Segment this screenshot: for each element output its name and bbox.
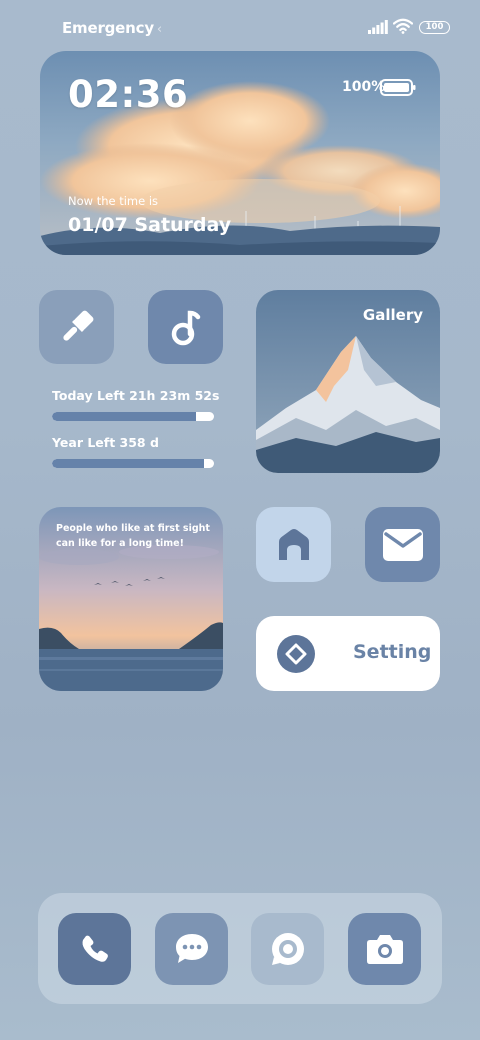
dock-phone-app[interactable]: [58, 913, 131, 985]
diamond-settings-icon: [285, 643, 307, 665]
date-text: 01/07 Saturday: [68, 214, 232, 236]
dock-browser-app[interactable]: [251, 913, 324, 985]
today-progress-fill: [52, 412, 197, 421]
phone-icon: [82, 935, 108, 962]
setting-widget[interactable]: Setting: [256, 616, 440, 691]
year-progress-bar: [52, 459, 214, 468]
gallery-widget[interactable]: Gallery: [256, 290, 440, 473]
carrier-chevron: ‹: [156, 22, 162, 37]
year-progress-fill: [52, 459, 205, 468]
sunset-sea-image: [39, 507, 223, 691]
battery-percent: 100%: [342, 79, 386, 95]
quote-line-1: People who like at first sight: [56, 523, 210, 534]
quote-line-2: can like for a long time!: [56, 538, 184, 549]
clock-time: 02:36: [68, 73, 189, 116]
music-app[interactable]: [148, 290, 223, 364]
wifi-icon: [393, 18, 413, 34]
carrier-label: Emergency ‹: [62, 19, 162, 37]
mail-icon: [382, 528, 423, 561]
brush-icon: [62, 310, 93, 341]
browser-icon: [271, 933, 304, 965]
setting-badge: [277, 635, 315, 673]
year-left-label: Year Left 358 d: [52, 435, 159, 450]
signal-icon: [368, 20, 388, 34]
today-progress-bar: [52, 412, 214, 421]
time-caption: Now the time is: [68, 194, 159, 208]
theme-brush-app[interactable]: [39, 290, 114, 364]
quote-widget[interactable]: People who like at first sight can like …: [39, 507, 223, 691]
today-left-label: Today Left 21h 23m 52s: [52, 388, 220, 403]
clock-widget[interactable]: 02:36 100% Now the time is 01/07 Saturda…: [40, 51, 440, 255]
dock-message-app[interactable]: [155, 913, 228, 985]
home-icon: [278, 528, 309, 560]
setting-label: Setting: [353, 641, 432, 663]
dock: [38, 893, 442, 1004]
battery-icon: [380, 79, 416, 96]
music-note-icon: [171, 310, 200, 346]
status-battery-indicator: 100: [419, 21, 450, 34]
camera-icon: [366, 935, 403, 964]
home-app[interactable]: [256, 507, 331, 582]
mail-app[interactable]: [365, 507, 440, 582]
message-icon: [175, 934, 208, 963]
dock-camera-app[interactable]: [348, 913, 421, 985]
status-bar: Emergency ‹ 100: [0, 0, 480, 56]
gallery-label: Gallery: [362, 306, 423, 324]
